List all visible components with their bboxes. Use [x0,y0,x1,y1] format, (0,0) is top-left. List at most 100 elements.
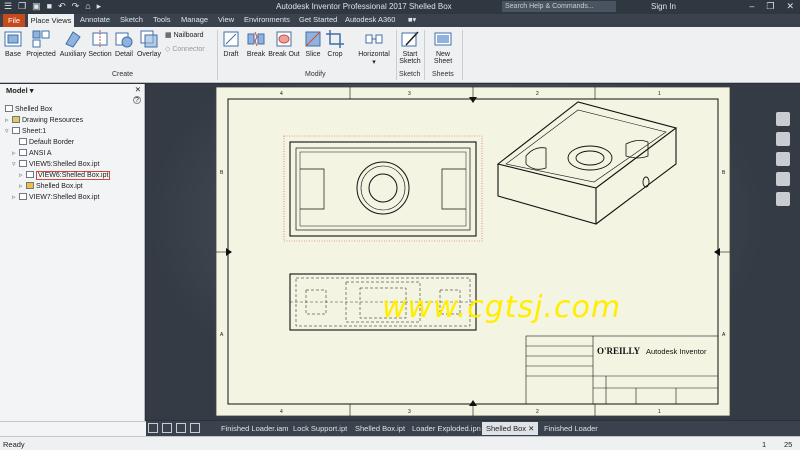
select-icon[interactable]: ▸ [97,1,102,12]
arrange-windows-icon[interactable] [176,423,186,433]
group-divider [217,30,218,80]
tab-get-started[interactable]: Get Started [299,15,337,24]
tab-manage[interactable]: Manage [181,15,208,24]
tree-item-shelled-box-ipt[interactable]: ▹ Shelled Box.ipt [19,182,83,190]
browser-footer [0,421,146,436]
save-icon[interactable]: ■ [47,1,52,12]
zoom-icon[interactable] [776,172,790,186]
document-tab-shelled-box[interactable]: Shelled Box ✕ [482,422,539,435]
base-view-button[interactable]: Base [2,29,24,58]
tab-environments[interactable]: Environments [244,15,290,24]
drawing-sheet[interactable]: 4 3 2 1 4 3 2 1 B A B A O'REILLY Autodes… [146,84,766,420]
modify-group-label: Modify [305,71,326,78]
collapse-icon[interactable]: ▿ [12,160,19,168]
detail-view-button[interactable]: Detail [113,29,135,58]
tree-item-sheet[interactable]: ▿ Sheet:1 [5,127,46,135]
nailboard-button[interactable]: ▦ Nailboard [165,31,204,39]
zone-number: 3 [408,409,411,415]
undo-icon[interactable]: ↶ [58,1,66,12]
minimize-icon[interactable]: – [749,1,754,12]
full-navigation-wheel-icon[interactable] [776,132,790,146]
help-icon[interactable]: ? [133,96,141,104]
tab-tools[interactable]: Tools [153,15,171,24]
new-sheet-button[interactable]: New Sheet [426,29,460,65]
break-button[interactable]: Break [244,29,268,58]
group-divider [396,30,397,80]
app-menu-icon[interactable]: ☰ [4,1,12,12]
crop-button[interactable]: Crop [324,29,346,58]
tree-item-shelled-box[interactable]: Shelled Box [5,105,52,113]
open-icon[interactable]: ▣ [32,1,41,12]
tab-view[interactable]: View [218,15,234,24]
document-tab-shelled-box-ipt[interactable]: Shelled Box.ipt [355,424,405,433]
graphics-window[interactable]: 4 3 2 1 4 3 2 1 B A B A O'REILLY Autodes… [146,84,766,420]
draft-view-button[interactable]: Draft [219,29,243,58]
slice-button[interactable]: Slice [302,29,324,58]
document-menu-icon[interactable] [190,423,200,433]
watermark-text: www.cgtsj.com [382,290,622,325]
expand-icon[interactable]: ▹ [12,149,19,157]
tree-item-view7[interactable]: ▹ VIEW7:Shelled Box.ipt [12,193,99,201]
document-tab-bar: Finished Loader.iam Lock Support.ipt She… [146,421,800,436]
tree-item-view6[interactable]: ▹ VIEW6:Shelled Box.ipt [19,171,111,180]
browser-close-icon[interactable]: ✕ [135,85,141,94]
tree-item-drawing-resources[interactable]: ▹ Drawing Resources [5,116,83,124]
projected-view-icon [32,30,50,48]
tree-item-default-border[interactable]: Default Border [19,138,74,146]
tree-item-view5[interactable]: ▿ VIEW5:Shelled Box.ipt [12,160,99,168]
section-view-button[interactable]: Section [88,29,112,58]
pan-icon[interactable] [776,152,790,166]
video-icon[interactable]: ■▾ [408,15,416,24]
view-icon [19,160,27,167]
tree-item-ansi-a[interactable]: ▹ ANSI A [12,149,52,157]
view-cube-icon[interactable] [776,112,790,126]
orbit-icon[interactable] [776,192,790,206]
projected-view-button[interactable]: Projected [24,29,58,58]
expand-icon[interactable]: ▹ [12,193,19,201]
ribbon-tab-bar: File Place Views Annotate Sketch Tools M… [0,14,800,27]
tile-windows-icon[interactable] [148,423,158,433]
auxiliary-view-icon [65,31,81,48]
document-tab-lock-support[interactable]: Lock Support.ipt [293,424,347,433]
sign-in-link[interactable]: Sign In [651,2,676,11]
status-text: Ready [3,440,25,449]
auxiliary-view-button[interactable]: Auxiliary [58,29,88,58]
zone-number: 2 [536,409,539,415]
home-icon[interactable]: ⌂ [85,1,90,12]
part-icon [26,182,34,189]
break-out-button[interactable]: Break Out [268,29,300,58]
horizontal-align-button[interactable]: Horizontal ▾ [356,29,392,66]
tab-sketch[interactable]: Sketch [120,15,143,24]
browser-title[interactable]: Model [6,86,28,95]
start-sketch-icon [401,31,419,47]
window-title: Autodesk Inventor Professional 2017 Shel… [276,2,452,11]
document-tab-finished-loader[interactable]: Finished Loader [544,424,598,433]
restore-icon[interactable]: ❐ [766,1,774,12]
status-count-2: 25 [784,440,793,449]
tab-file[interactable]: File [3,14,25,27]
break-out-icon [276,31,292,47]
start-sketch-button[interactable]: Start Sketch [398,29,422,65]
sheets-group-label: Sheets [432,71,454,78]
cascade-windows-icon[interactable] [162,423,172,433]
expand-icon[interactable]: ▹ [19,171,26,179]
tab-autodesk-a360[interactable]: Autodesk A360 [345,15,395,24]
expand-icon[interactable]: ▹ [19,182,26,190]
group-divider [462,30,463,80]
new-icon[interactable]: ❐ [18,1,26,12]
help-search-input[interactable]: Search Help & Commands... [502,1,616,12]
close-icon[interactable]: ✕ [786,1,794,12]
base-view-icon [4,31,22,47]
document-tab-loader-exploded[interactable]: Loader Exploded.ipn [412,424,481,433]
new-sheet-icon [434,32,452,46]
tab-place-views[interactable]: Place Views [28,14,74,27]
tab-annotate[interactable]: Annotate [80,15,110,24]
group-divider [424,30,425,80]
expand-icon[interactable]: ▹ [5,116,12,124]
close-tab-icon[interactable]: ✕ [528,424,534,433]
redo-icon[interactable]: ↷ [72,1,80,12]
document-tab-finished-loader-iam[interactable]: Finished Loader.iam [221,424,289,433]
collapse-icon[interactable]: ▿ [5,127,12,135]
connector-button[interactable]: ◇ Connector [165,45,205,53]
overlay-view-button[interactable]: Overlay [135,29,163,58]
